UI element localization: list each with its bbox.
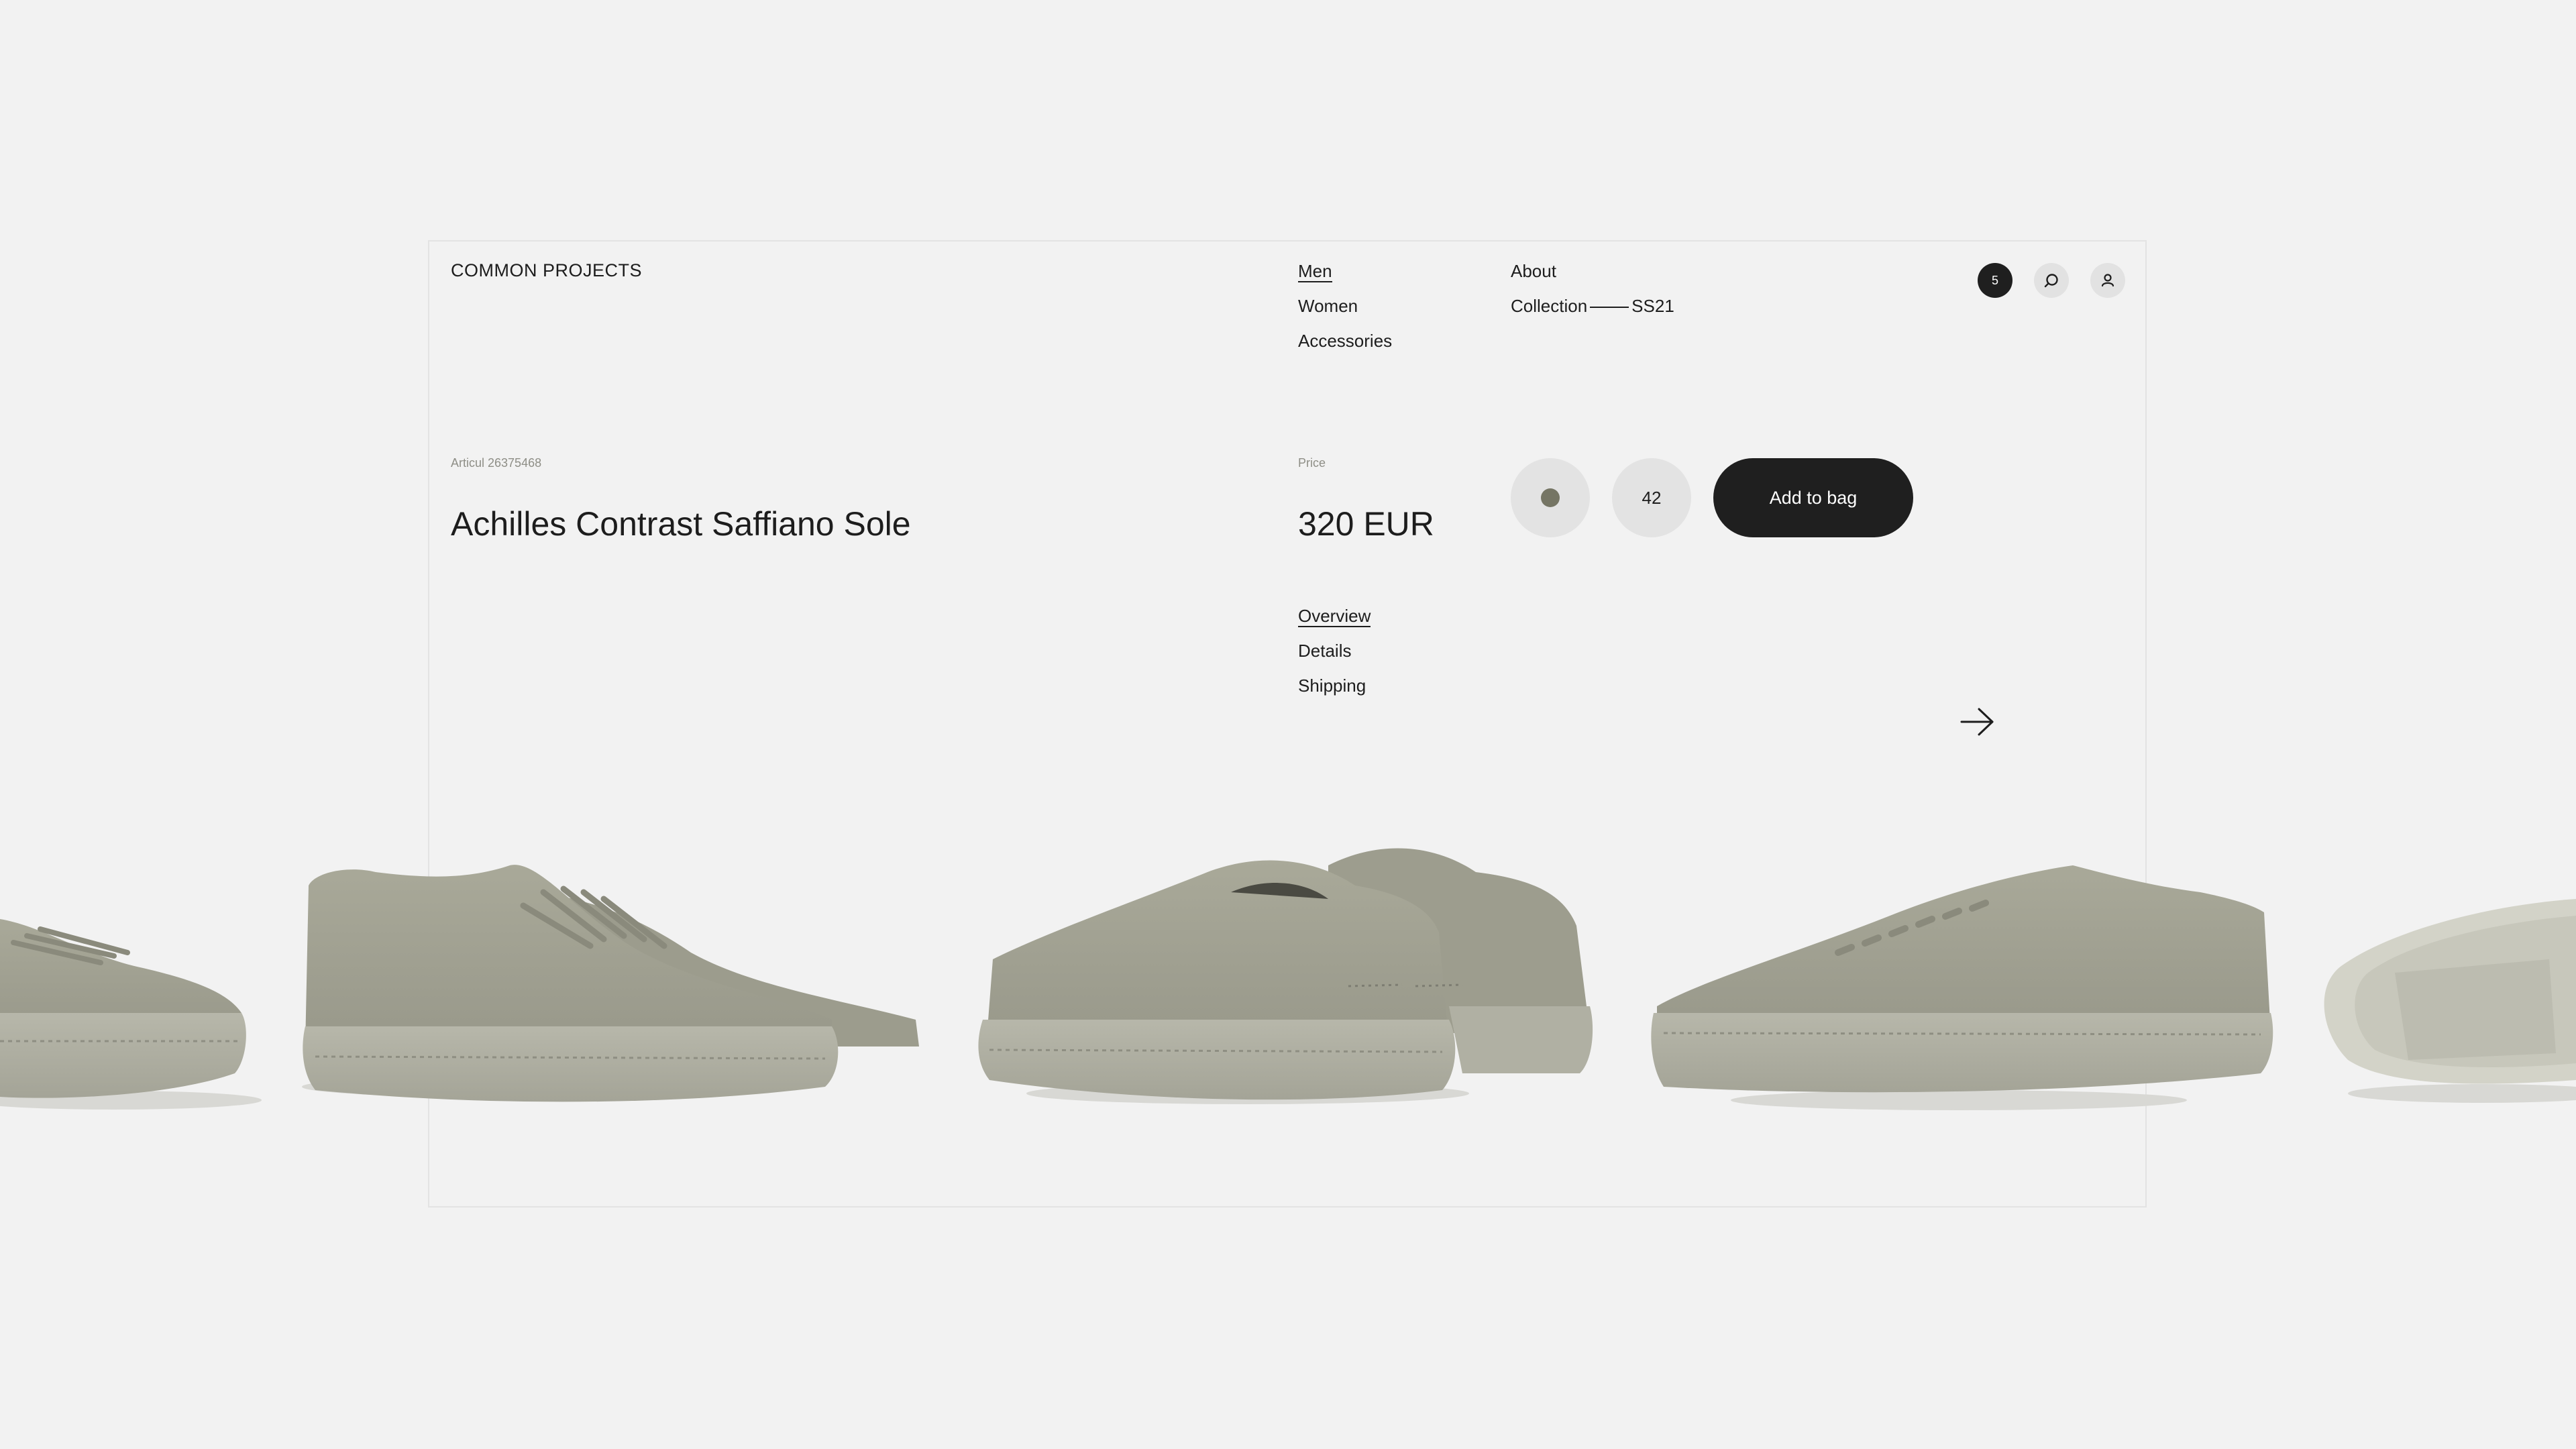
tab-overview[interactable]: Overview bbox=[1298, 598, 1371, 633]
shoe-image-1[interactable] bbox=[0, 919, 262, 1110]
nav-item-men-label: Men bbox=[1298, 261, 1332, 282]
price-label: Price bbox=[1298, 456, 1326, 470]
product-title: Achilles Contrast Saffiano Sole bbox=[451, 505, 911, 543]
shoe-image-4[interactable] bbox=[1651, 865, 2273, 1110]
arrow-right-icon[interactable] bbox=[1959, 704, 1996, 739]
nav-item-about[interactable]: About bbox=[1511, 254, 1674, 288]
color-swatch bbox=[1541, 488, 1560, 507]
header-icons: 5 bbox=[1978, 263, 2125, 298]
tab-shipping[interactable]: Shipping bbox=[1298, 668, 1371, 703]
page: COMMON PROJECTS Men Women Accessories Ab… bbox=[0, 0, 2576, 1449]
nav-item-collection[interactable]: Collection SS21 bbox=[1511, 288, 1674, 323]
search-icon bbox=[2044, 274, 2058, 288]
nav-item-women[interactable]: Women bbox=[1298, 288, 1392, 323]
product-tabs: Overview Details Shipping bbox=[1298, 598, 1371, 703]
search-button[interactable] bbox=[2034, 263, 2069, 298]
shoe-image-5[interactable] bbox=[2324, 899, 2576, 1103]
product-price: 320 EUR bbox=[1298, 505, 1434, 543]
collection-divider bbox=[1590, 307, 1629, 309]
brand-logo[interactable]: COMMON PROJECTS bbox=[451, 260, 642, 281]
size-value: 42 bbox=[1642, 487, 1662, 508]
collection-label: Collection bbox=[1511, 296, 1588, 316]
nav-item-men[interactable]: Men bbox=[1298, 254, 1392, 288]
collection-season: SS21 bbox=[1631, 296, 1674, 316]
user-icon bbox=[2101, 274, 2114, 287]
articul-number: Articul 26375468 bbox=[451, 456, 542, 470]
primary-nav: Men Women Accessories bbox=[1298, 254, 1392, 358]
tab-overview-label: Overview bbox=[1298, 606, 1371, 627]
secondary-nav: About Collection SS21 bbox=[1511, 254, 1674, 323]
shoe-image-2[interactable] bbox=[302, 865, 919, 1102]
color-selector[interactable] bbox=[1511, 458, 1590, 537]
bag-count-badge[interactable]: 5 bbox=[1978, 263, 2012, 298]
nav-item-accessories[interactable]: Accessories bbox=[1298, 323, 1392, 358]
size-selector[interactable]: 42 bbox=[1612, 458, 1691, 537]
shoe-image-3[interactable] bbox=[978, 848, 1593, 1104]
bag-count: 5 bbox=[1991, 273, 1998, 287]
account-button[interactable] bbox=[2090, 263, 2125, 298]
product-gallery bbox=[0, 848, 2576, 1110]
tab-details[interactable]: Details bbox=[1298, 633, 1371, 668]
add-to-bag-button[interactable]: Add to bag bbox=[1713, 458, 1913, 537]
